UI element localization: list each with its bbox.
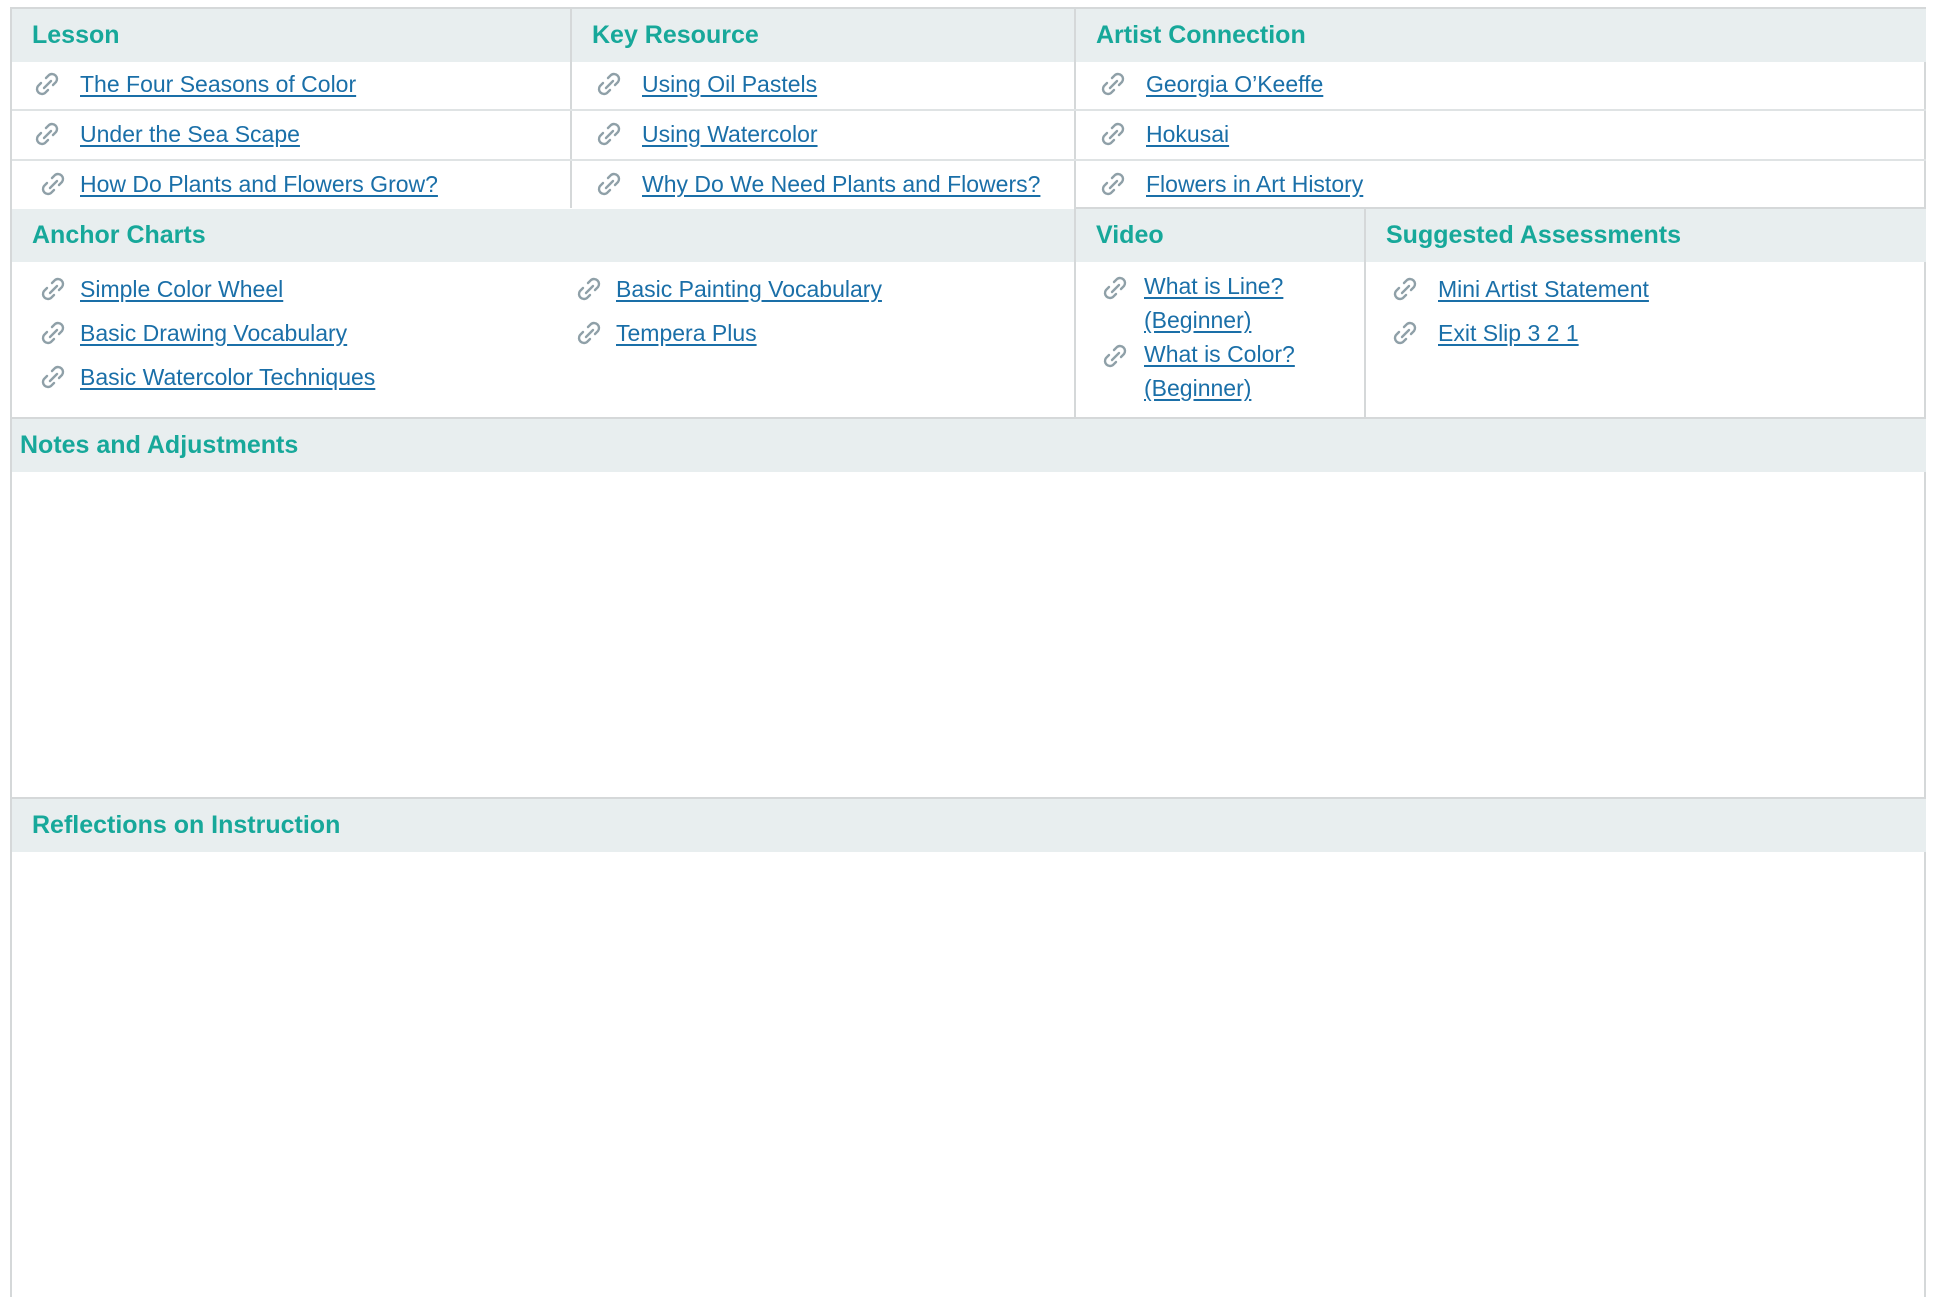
artist-connection-link-row[interactable]: Flowers in Art History bbox=[1098, 164, 1363, 204]
link-icon bbox=[574, 318, 604, 348]
lesson-link-row[interactable]: Under the Sea Scape bbox=[32, 114, 300, 154]
link-icon bbox=[1098, 169, 1128, 199]
link-icon bbox=[594, 69, 624, 99]
key-resource-link[interactable]: Why Do We Need Plants and Flowers? bbox=[642, 171, 1040, 198]
assessment-link-row[interactable]: Mini Artist Statement bbox=[1390, 269, 1649, 309]
link-icon bbox=[1390, 274, 1420, 304]
link-icon bbox=[38, 274, 68, 304]
lesson-link-row[interactable]: The Four Seasons of Color bbox=[32, 64, 356, 104]
column-divider bbox=[1364, 209, 1366, 417]
link-icon bbox=[574, 274, 604, 304]
lesson-link[interactable]: Under the Sea Scape bbox=[80, 121, 300, 148]
link-icon bbox=[1098, 119, 1128, 149]
link-icon bbox=[38, 362, 68, 392]
key-resource-link-row[interactable]: Why Do We Need Plants and Flowers? bbox=[594, 164, 1040, 204]
video-link[interactable]: What is Color? (Beginner) bbox=[1144, 337, 1319, 405]
lesson-plan-sheet: Lesson Key Resource Artist Connection Th… bbox=[10, 7, 1926, 1297]
row-divider bbox=[12, 109, 1926, 111]
link-icon bbox=[1098, 69, 1128, 99]
artist-connection-link[interactable]: Flowers in Art History bbox=[1146, 171, 1363, 198]
anchor-chart-link-row[interactable]: Tempera Plus bbox=[574, 313, 757, 353]
lesson-link-row[interactable]: How Do Plants and Flowers Grow? bbox=[38, 164, 438, 204]
notes-header: Notes and Adjustments bbox=[12, 419, 1926, 472]
lesson-link[interactable]: How Do Plants and Flowers Grow? bbox=[80, 171, 438, 198]
reflections-header: Reflections on Instruction bbox=[12, 799, 1926, 852]
artist-connection-link-row[interactable]: Georgia O’Keeffe bbox=[1098, 64, 1323, 104]
anchor-chart-link-row[interactable]: Basic Painting Vocabulary bbox=[574, 269, 882, 309]
link-icon bbox=[38, 318, 68, 348]
link-icon bbox=[32, 119, 62, 149]
link-icon bbox=[1390, 318, 1420, 348]
suggested-assessments-header: Suggested Assessments bbox=[1366, 209, 1926, 262]
artist-connection-link[interactable]: Hokusai bbox=[1146, 121, 1229, 148]
artist-connection-header: Artist Connection bbox=[1076, 9, 1926, 62]
anchor-chart-link[interactable]: Tempera Plus bbox=[616, 320, 757, 347]
link-icon bbox=[594, 119, 624, 149]
assessment-link[interactable]: Exit Slip 3 2 1 bbox=[1438, 320, 1579, 347]
artist-connection-link-row[interactable]: Hokusai bbox=[1098, 114, 1229, 154]
video-header: Video bbox=[1076, 209, 1364, 262]
link-icon bbox=[32, 69, 62, 99]
link-icon bbox=[594, 169, 624, 199]
key-resource-header: Key Resource bbox=[572, 9, 1076, 62]
link-icon bbox=[1100, 341, 1130, 371]
assessment-link-row[interactable]: Exit Slip 3 2 1 bbox=[1390, 313, 1579, 353]
notes-area[interactable] bbox=[12, 472, 1926, 797]
anchor-chart-link-row[interactable]: Basic Drawing Vocabulary bbox=[38, 313, 347, 353]
key-resource-link[interactable]: Using Oil Pastels bbox=[642, 71, 817, 98]
key-resource-link-row[interactable]: Using Oil Pastels bbox=[594, 64, 817, 104]
anchor-charts-header: Anchor Charts bbox=[12, 209, 1074, 262]
anchor-chart-link[interactable]: Simple Color Wheel bbox=[80, 276, 283, 303]
anchor-chart-link-row[interactable]: Simple Color Wheel bbox=[38, 269, 283, 309]
anchor-chart-link-row[interactable]: Basic Watercolor Techniques bbox=[38, 357, 375, 397]
row-divider bbox=[12, 159, 1926, 161]
key-resource-link[interactable]: Using Watercolor bbox=[642, 121, 818, 148]
key-resource-link-row[interactable]: Using Watercolor bbox=[594, 114, 818, 154]
lesson-header: Lesson bbox=[12, 9, 572, 62]
link-icon bbox=[38, 169, 68, 199]
video-link[interactable]: What is Line? (Beginner) bbox=[1144, 269, 1319, 337]
assessment-link[interactable]: Mini Artist Statement bbox=[1438, 276, 1649, 303]
anchor-chart-link[interactable]: Basic Drawing Vocabulary bbox=[80, 320, 347, 347]
artist-connection-link[interactable]: Georgia O’Keeffe bbox=[1146, 71, 1323, 98]
link-icon bbox=[1100, 273, 1130, 303]
anchor-chart-link[interactable]: Basic Watercolor Techniques bbox=[80, 364, 375, 391]
video-link-row[interactable]: What is Line? (Beginner) bbox=[1100, 273, 1350, 337]
reflections-area[interactable] bbox=[12, 852, 1926, 1292]
video-link-row[interactable]: What is Color? (Beginner) bbox=[1100, 341, 1350, 405]
lesson-link[interactable]: The Four Seasons of Color bbox=[80, 71, 356, 98]
anchor-chart-link[interactable]: Basic Painting Vocabulary bbox=[616, 276, 882, 303]
